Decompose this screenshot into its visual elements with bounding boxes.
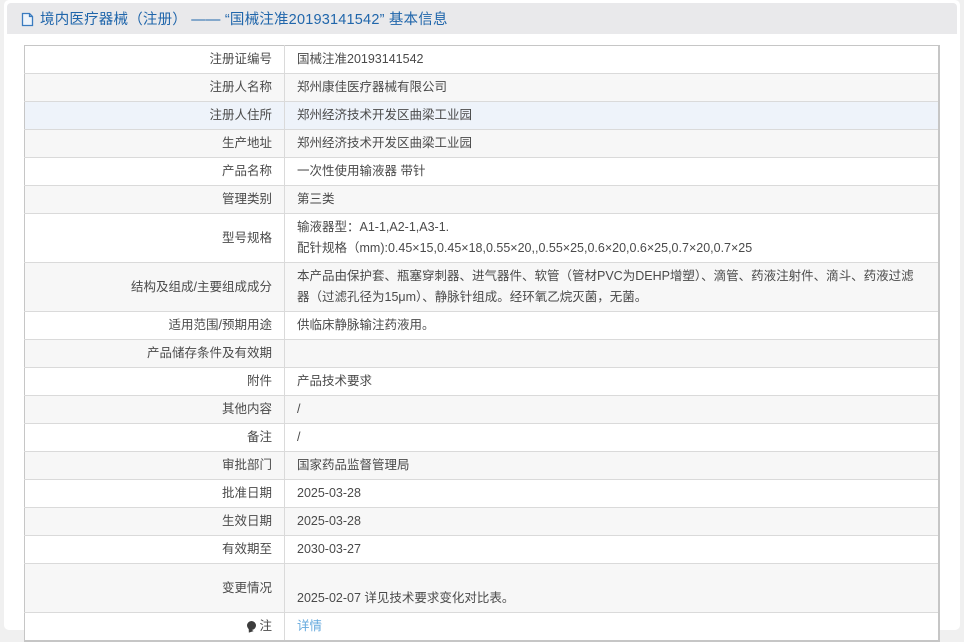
table-row: 有效期至 2030-03-27 — [24, 535, 939, 564]
row-label-text: 备注 — [246, 430, 272, 444]
row-label-text: 产品储存条件及有效期 — [146, 346, 272, 360]
document-icon — [21, 12, 34, 27]
table-row: 型号规格 输液器型：A1-1,A2-1,A3-1. 配针规格（mm):0.45×1… — [24, 213, 939, 263]
row-label: 有效期至 — [24, 535, 285, 564]
table-container: 注册证编号 国械注准20193141542 注册人名称 郑州康佳医疗器械有限公司 注册人… — [7, 34, 957, 642]
row-value: 产品技术要求 — [284, 367, 939, 396]
row-value: 2025-03-28 — [284, 507, 939, 536]
table-row: 附件 产品技术要求 — [24, 367, 939, 396]
row-label-text: 型号规格 — [221, 230, 272, 245]
row-label: 产品储存条件及有效期 — [24, 339, 285, 368]
table-row: 备注 / — [24, 423, 939, 452]
table-row: 批准日期 2025-03-28 — [24, 479, 939, 508]
row-label: 注册人名称 — [24, 73, 285, 102]
row-label-text: 生效日期 — [221, 514, 272, 528]
row-value: 2025-02-07 详见技术要求变化对比表。 — [284, 563, 939, 613]
table-row: 审批部门 国家药品监督管理局 — [24, 451, 939, 480]
row-value: 2025-03-28 — [284, 479, 939, 508]
row-value — [284, 339, 939, 368]
row-label-text: 管理类别 — [221, 192, 272, 206]
row-label-text: 附件 — [246, 374, 272, 388]
row-value: 详情 — [284, 612, 939, 641]
row-value: 郑州康佳医疗器械有限公司 — [284, 73, 939, 102]
row-label-text: 注册人住所 — [209, 108, 272, 122]
row-value: 郑州经济技术开发区曲梁工业园 — [284, 129, 939, 158]
row-label: 生产地址 — [24, 129, 285, 158]
row-label-text: 注册证编号 — [209, 52, 272, 66]
table-row: 管理类别 第三类 — [24, 185, 939, 214]
row-label-text: 结构及组成/主要组成成分 — [131, 279, 272, 294]
table-row: 其他内容 / — [24, 395, 939, 424]
details-link[interactable]: 详情 — [297, 619, 322, 633]
row-label-text: 注 — [259, 619, 272, 633]
row-value: / — [284, 395, 939, 424]
row-value: 国械注准20193141542 — [297, 52, 424, 66]
registration-info-table: 注册证编号 国械注准20193141542 注册人名称 郑州康佳医疗器械有限公司 注册人… — [24, 45, 940, 642]
row-value: 2030-03-27 — [284, 535, 939, 564]
row-label-text: 生产地址 — [221, 136, 272, 150]
table-row: 适用范围/预期用途 供临床静脉输注药液用。 — [24, 311, 939, 340]
row-label-text: 变更情况 — [221, 580, 272, 595]
row-label: 生效日期 — [24, 507, 285, 536]
row-label-text: 有效期至 — [221, 542, 272, 556]
table-row: 产品名称 一次性使用输液器 带针 — [24, 157, 939, 186]
page-title: 境内医疗器械（注册） —— “国械注准20193141542” 基本信息 — [40, 12, 448, 28]
table-row: 注 详情 — [24, 612, 939, 641]
row-value: 国家药品监督管理局 — [284, 451, 939, 480]
table-row: 生产地址 郑州经济技术开发区曲梁工业园 — [24, 129, 939, 158]
row-label: 结构及组成/主要组成成分 — [24, 262, 285, 312]
row-value: / — [284, 423, 939, 452]
table-row: 变更情况 2025-02-07 详见技术要求变化对比表。 — [24, 563, 939, 613]
row-label: 注 — [24, 612, 285, 641]
row-value: 输液器型：A1-1,A2-1,A3-1. 配针规格（mm):0.45×15,0.… — [284, 213, 939, 263]
row-label: 注册人住所 — [24, 101, 285, 130]
table-row: 注册证编号 国械注准20193141542 — [24, 45, 939, 74]
row-label: 审批部门 — [24, 451, 285, 480]
row-label-text: 产品名称 — [221, 164, 272, 178]
note-pin-icon — [247, 621, 257, 630]
row-label-text: 注册人名称 — [209, 80, 272, 94]
row-label: 适用范围/预期用途 — [24, 311, 285, 340]
row-label: 产品名称 — [24, 157, 285, 186]
row-label: 其他内容 — [24, 395, 285, 424]
row-value: 第三类 — [284, 185, 939, 214]
table-row: 结构及组成/主要组成成分 本产品由保护套、瓶塞穿刺器、进气器件、软管（管材PVC为… — [24, 262, 939, 312]
row-label-text: 批准日期 — [221, 486, 272, 500]
row-label: 变更情况 — [24, 563, 285, 613]
row-value: 本产品由保护套、瓶塞穿刺器、进气器件、软管（管材PVC为DEHP增塑）、滴管、药… — [284, 262, 939, 312]
row-value: 一次性使用输液器 带针 — [284, 157, 939, 186]
row-label: 注册证编号 — [24, 45, 285, 74]
row-label: 附件 — [24, 367, 285, 396]
row-label: 批准日期 — [24, 479, 285, 508]
row-value: 供临床静脉输注药液用。 — [284, 311, 939, 340]
row-label-text: 适用范围/预期用途 — [168, 318, 272, 332]
content-card: 境内医疗器械（注册） —— “国械注准20193141542” 基本信息 注册证… — [4, 0, 960, 642]
row-label: 备注 — [24, 423, 285, 452]
table-row: 注册人名称 郑州康佳医疗器械有限公司 — [24, 73, 939, 102]
row-label: 型号规格 — [24, 213, 285, 263]
table-row: 注册人住所 郑州经济技术开发区曲梁工业园 — [24, 101, 939, 130]
table-row: 产品储存条件及有效期 — [24, 339, 939, 368]
page-header: 境内医疗器械（注册） —— “国械注准20193141542” 基本信息 — [7, 3, 957, 34]
table-row: 生效日期 2025-03-28 — [24, 507, 939, 536]
row-label-text: 审批部门 — [221, 458, 272, 472]
row-label: 管理类别 — [24, 185, 285, 214]
row-value: 郑州经济技术开发区曲梁工业园 — [284, 101, 939, 130]
row-label-text: 其他内容 — [221, 402, 272, 416]
